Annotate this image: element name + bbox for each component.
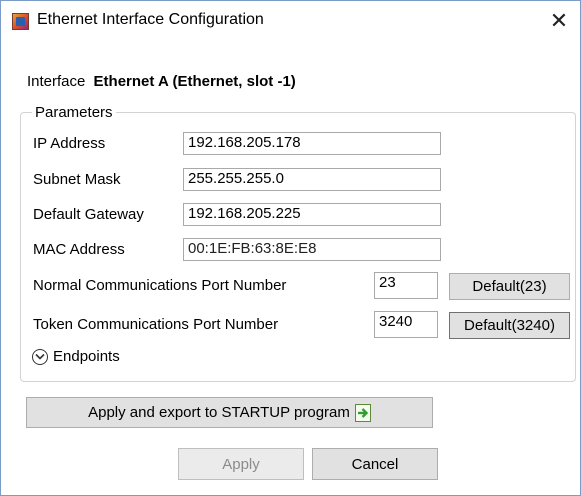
title-bar[interactable]: Ethernet Interface Configuration ✕ [1, 1, 580, 41]
export-arrow-icon [354, 403, 371, 422]
apply-export-label: Apply and export to STARTUP program [88, 404, 350, 421]
parameters-legend: Parameters [32, 104, 116, 121]
token-port-default-button[interactable]: Default(3240) [449, 312, 570, 339]
subnet-mask-input[interactable]: 255.255.255.0 [183, 168, 441, 191]
endpoints-label: Endpoints [53, 348, 120, 365]
app-icon [12, 13, 29, 30]
apply-export-startup-button[interactable]: Apply and export to STARTUP program [26, 397, 433, 428]
window-title: Ethernet Interface Configuration [37, 11, 264, 28]
close-button[interactable]: ✕ [538, 1, 580, 41]
normal-port-label: Normal Communications Port Number [33, 277, 287, 294]
endpoints-expander[interactable]: Endpoints [32, 348, 120, 365]
token-port-label: Token Communications Port Number [33, 316, 279, 333]
interface-label: Interface [27, 73, 86, 90]
cancel-button[interactable]: Cancel [312, 448, 438, 480]
token-port-input[interactable]: 3240 [374, 311, 438, 338]
subnet-mask-label: Subnet Mask [33, 171, 121, 188]
default-gateway-label: Default Gateway [33, 206, 144, 223]
interface-value: Ethernet A (Ethernet, slot -1) [93, 73, 296, 90]
chevron-down-icon [32, 348, 48, 365]
mac-address-label: MAC Address [33, 241, 125, 258]
normal-port-input[interactable]: 23 [374, 272, 438, 299]
normal-port-default-button[interactable]: Default(23) [449, 273, 570, 300]
close-icon: ✕ [549, 8, 569, 33]
apply-button[interactable]: Apply [178, 448, 304, 480]
mac-address-field: 00:1E:FB:63:8E:E8 [183, 238, 441, 261]
ip-address-label: IP Address [33, 135, 106, 152]
ip-address-input[interactable]: 192.168.205.178 [183, 132, 441, 155]
interface-line: Interface Ethernet A (Ethernet, slot -1) [27, 73, 296, 90]
default-gateway-input[interactable]: 192.168.205.225 [183, 203, 441, 226]
dialog-window: Ethernet Interface Configuration ✕ Inter… [0, 0, 581, 496]
